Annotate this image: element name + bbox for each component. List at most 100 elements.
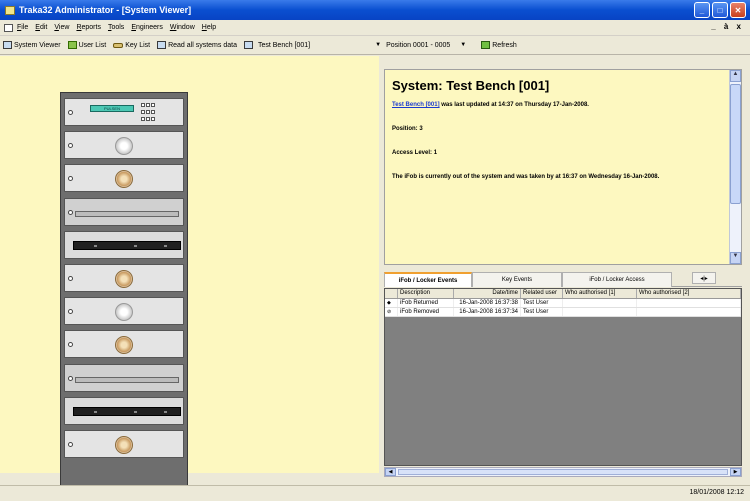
maximize-button[interactable]: □ (712, 2, 728, 18)
drive-bar (75, 211, 179, 217)
menu-file[interactable]: File (17, 24, 28, 31)
event-removed-icon: ⊘ (385, 308, 398, 316)
window-title: Traka32 Administrator - [System Viewer] (19, 5, 192, 15)
column-header-who-authorised-2[interactable]: Who authorised [2] (637, 289, 741, 298)
scroll-thumb[interactable] (730, 84, 741, 204)
refresh-icon (481, 41, 491, 49)
menu-window[interactable]: Window (170, 24, 195, 31)
system-title: System: Test Bench [001] (392, 78, 550, 93)
key-list-button[interactable]: Key List (113, 42, 150, 49)
system-viewer-button[interactable]: System Viewer (3, 41, 61, 49)
slot-position[interactable] (64, 264, 184, 292)
refresh-button[interactable]: Refresh (481, 41, 517, 49)
slot-hole (68, 276, 73, 281)
tab-ifob-locker-events[interactable]: iFob / Locker Events (384, 272, 472, 287)
slot-hole (68, 210, 73, 215)
table-row[interactable]: ⊘ iFob Removed 16-Jan-2008 16:37:34 Test… (385, 308, 741, 317)
last-updated-text: was last updated at 14:37 on Thursday 17… (441, 102, 589, 108)
minimize-button[interactable]: _ (694, 2, 710, 18)
user-list-label: User List (78, 41, 107, 49)
slot-position[interactable] (64, 164, 184, 192)
system-icon (243, 41, 253, 49)
position-text: Position: 3 (392, 126, 423, 132)
ifob-disc-icon (115, 170, 133, 188)
slot-drive[interactable] (64, 198, 184, 226)
status-datetime: 18/01/2008 12:12 (689, 489, 745, 496)
menu-reports[interactable]: Reports (76, 24, 101, 31)
scroll-up-icon[interactable]: ▲ (730, 70, 741, 82)
scroll-thumb[interactable] (398, 469, 728, 475)
info-scrollbar[interactable]: ▲ ▼ (729, 70, 741, 264)
slot-position[interactable] (64, 131, 184, 159)
slot-position[interactable] (64, 330, 184, 358)
user-icon (67, 41, 77, 49)
column-header-icon[interactable] (385, 289, 398, 298)
slot-position[interactable] (64, 297, 184, 325)
event-returned-icon: ◆ (385, 299, 398, 307)
ifob-disc-icon (115, 436, 133, 454)
close-button[interactable]: ✕ (730, 2, 746, 18)
column-header-who-authorised-1[interactable]: Who authorised [1] (563, 289, 637, 298)
column-header-datetime[interactable]: Date/time (454, 289, 521, 298)
slot-hole (68, 143, 73, 148)
column-header-description[interactable]: Description (398, 289, 454, 298)
grid-header: Description Date/time Related user Who a… (385, 289, 741, 299)
event-datetime: 16-Jan-2008 16:37:38 (454, 299, 521, 307)
dropdown-arrow-icon: ▼ (460, 42, 467, 48)
system-link[interactable]: Test Bench [001] (392, 102, 440, 108)
ifob-disc-icon (115, 137, 133, 155)
events-grid: Description Date/time Related user Who a… (384, 288, 742, 466)
app-icon (5, 5, 15, 15)
grid-horizontal-scrollbar[interactable]: ◀ ▶ (384, 467, 742, 477)
ifob-status-text: The iFob is currently out of the system … (392, 174, 660, 180)
slot-hole (68, 376, 73, 381)
system-name-combo[interactable]: Test Bench [001] (258, 42, 310, 49)
menu-bar: File Edit View Reports Tools Engineers W… (0, 20, 750, 36)
tab-ifob-locker-access[interactable]: iFob / Locker Access (562, 272, 672, 287)
event-auth-2 (637, 308, 741, 316)
ifob-disc-icon (115, 303, 133, 321)
ifob-disc-icon (115, 336, 133, 354)
keypad-icon (141, 103, 157, 123)
scroll-left-icon[interactable]: ◀ (385, 468, 396, 476)
document-icon[interactable] (4, 23, 13, 32)
menu-help[interactable]: Help (202, 24, 216, 31)
menu-engineers[interactable]: Engineers (131, 24, 163, 31)
tab-key-events[interactable]: Key Events (472, 272, 562, 287)
user-list-button[interactable]: User List (67, 41, 107, 49)
mdi-controls[interactable]: _ à x (711, 22, 744, 31)
system-viewer-icon (3, 41, 12, 49)
slot-hole (68, 342, 73, 347)
scroll-right-icon[interactable]: ▶ (730, 468, 741, 476)
slot-receptor[interactable] (64, 397, 184, 425)
slot-hole (68, 110, 73, 115)
column-header-related-user[interactable]: Related user (521, 289, 563, 298)
event-auth-1 (563, 299, 637, 307)
slot-receptor[interactable] (64, 231, 184, 259)
toolbar: System Viewer User List Key List Read al… (0, 36, 750, 55)
event-datetime: 16-Jan-2008 16:37:34 (454, 308, 521, 316)
menu-tools[interactable]: Tools (108, 24, 124, 31)
table-row[interactable]: ◆ iFob Returned 16-Jan-2008 16:37:38 Tes… (385, 299, 741, 308)
slot-drive[interactable] (64, 364, 184, 392)
scroll-down-icon[interactable]: ▼ (730, 252, 741, 264)
window-controls: _ □ ✕ (694, 2, 746, 18)
keypad-display: PULSEN (90, 105, 134, 112)
access-level-text: Access Level: 1 (392, 150, 438, 156)
receptor-bar (73, 241, 181, 250)
position-combo[interactable]: ▼ Position 0001 - 0005 ▼ (375, 42, 471, 49)
slot-hole (68, 442, 73, 447)
slot-keypad[interactable]: PULSEN (64, 98, 184, 126)
read-data-icon (157, 41, 167, 49)
menu-view[interactable]: View (54, 24, 69, 31)
drive-bar (75, 377, 179, 383)
tab-scroll-arrows-icon[interactable]: ◂|▸ (692, 272, 716, 284)
event-auth-2 (637, 299, 741, 307)
position-combo-value: Position 0001 - 0005 (386, 41, 451, 49)
slot-position[interactable] (64, 430, 184, 458)
read-all-button[interactable]: Read all systems data (157, 41, 237, 49)
key-icon (113, 42, 124, 48)
system-info-content: System: Test Bench [001] Test Bench [001… (392, 78, 727, 197)
event-user: Test User (521, 308, 563, 316)
menu-edit[interactable]: Edit (35, 24, 47, 31)
